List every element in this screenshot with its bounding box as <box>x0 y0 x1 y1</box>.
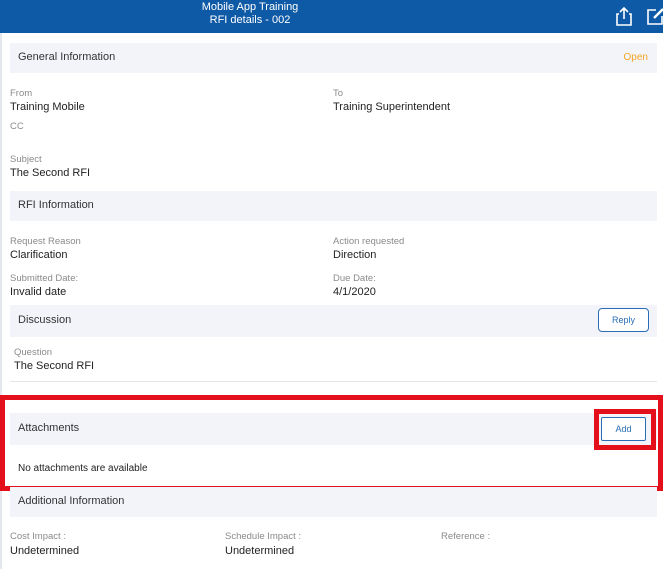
add-button-highlight <box>594 409 656 450</box>
general-information-label: General Information <box>18 51 116 63</box>
attachments-highlight <box>0 395 663 491</box>
cc-label: CC <box>10 121 24 132</box>
due-date-value: 4/1/2020 <box>333 286 376 298</box>
subject-value: The Second RFI <box>10 167 91 179</box>
discussion-label: Discussion <box>18 314 72 326</box>
from-label: From <box>10 88 33 99</box>
to-value: Training Superintendent <box>333 101 451 113</box>
subject-label: Subject <box>10 154 42 165</box>
edit-icon[interactable] <box>646 6 663 26</box>
discussion-divider <box>10 381 657 382</box>
app-title: Mobile App Training <box>201 1 299 13</box>
request-reason-label: Request Reason <box>10 236 81 247</box>
header-title: Mobile App Training RFI details - 002 <box>150 1 350 27</box>
rfi-information-header[interactable]: RFI Information <box>10 191 657 221</box>
rfi-information-label: RFI Information <box>18 199 94 211</box>
question-value: The Second RFI <box>14 360 95 372</box>
reference-label: Reference : <box>441 531 491 542</box>
top-bar: Mobile App Training RFI details - 002 <box>0 0 663 33</box>
share-icon[interactable] <box>615 6 633 26</box>
from-value: Training Mobile <box>10 101 85 113</box>
schedule-impact-label: Schedule Impact : <box>225 531 302 542</box>
additional-information-label: Additional Information <box>18 495 125 507</box>
status-badge: Open <box>623 52 648 63</box>
discussion-header[interactable]: Discussion Reply <box>10 305 657 337</box>
reply-button[interactable]: Reply <box>598 308 649 332</box>
submitted-date-label: Submitted Date: <box>10 273 79 284</box>
additional-information-header[interactable]: Additional Information <box>10 487 657 517</box>
to-label: To <box>333 88 344 99</box>
cost-impact-value: Undetermined <box>10 545 80 557</box>
action-requested-label: Action requested <box>333 236 405 247</box>
action-requested-value: Direction <box>333 249 377 261</box>
schedule-impact-value: Undetermined <box>225 545 295 557</box>
submitted-date-value: Invalid date <box>10 286 67 298</box>
cost-impact-label: Cost Impact : <box>10 531 66 542</box>
page-title: RFI details - 002 <box>209 14 291 26</box>
due-date-label: Due Date: <box>333 273 376 284</box>
request-reason-value: Clarification <box>10 249 68 261</box>
general-information-header[interactable]: General Information Open <box>10 43 657 73</box>
question-label: Question <box>14 347 53 358</box>
